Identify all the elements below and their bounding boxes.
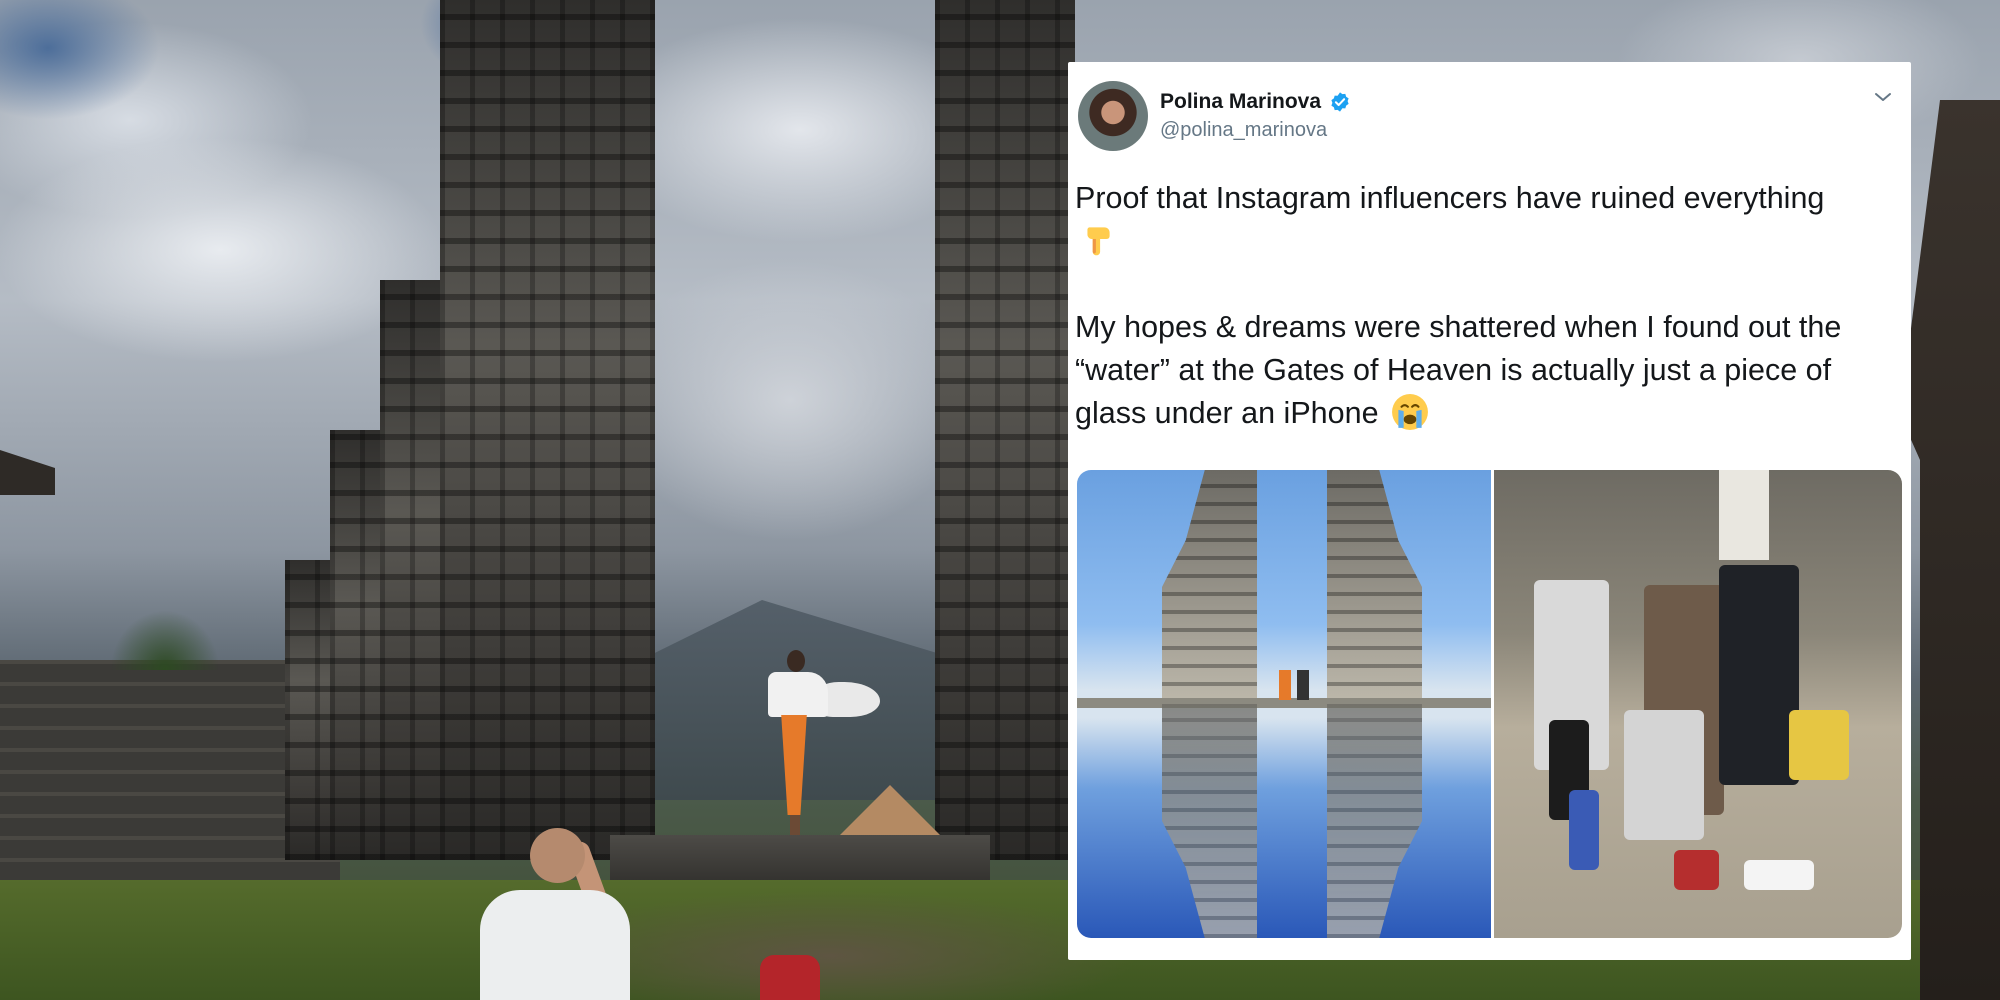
media-image-reflection[interactable] xyxy=(1077,470,1491,938)
author-handle[interactable]: @polina_marinova xyxy=(1160,119,1327,142)
gate-left xyxy=(440,0,655,860)
chevron-down-icon[interactable] xyxy=(1873,90,1893,104)
tweet-card[interactable]: Polina Marinova @polina_marinova Proof t… xyxy=(1068,62,1911,960)
tweet-text-line: My hopes & dreams were shattered when I … xyxy=(1075,310,1842,430)
tweet-media[interactable] xyxy=(1077,470,1902,938)
avatar[interactable] xyxy=(1078,81,1148,151)
media-image-behind-scenes[interactable] xyxy=(1494,470,1902,938)
pavilion xyxy=(1900,100,2000,1000)
photographer xyxy=(470,820,640,1000)
tweet-text: Proof that Instagram influencers have ru… xyxy=(1075,177,1905,435)
red-backpack xyxy=(760,955,820,1000)
posing-woman xyxy=(760,650,880,840)
gate-right xyxy=(935,0,1075,860)
palm-tree xyxy=(110,610,220,670)
tweet-text-line: Proof that Instagram influencers have ru… xyxy=(1075,181,1825,215)
verified-badge-icon xyxy=(1331,92,1349,112)
tweet-paragraph-2: My hopes & dreams were shattered when I … xyxy=(1075,306,1905,435)
crying-face-emoji-icon xyxy=(1392,394,1428,430)
tweet-paragraph-1: Proof that Instagram influencers have ru… xyxy=(1075,177,1905,263)
author-name[interactable]: Polina Marinova xyxy=(1160,90,1321,114)
pointing-down-emoji-icon xyxy=(1087,227,1110,256)
sky-patch xyxy=(0,0,160,120)
pavilion-roof xyxy=(0,450,55,495)
author-row: Polina Marinova xyxy=(1160,90,1351,114)
